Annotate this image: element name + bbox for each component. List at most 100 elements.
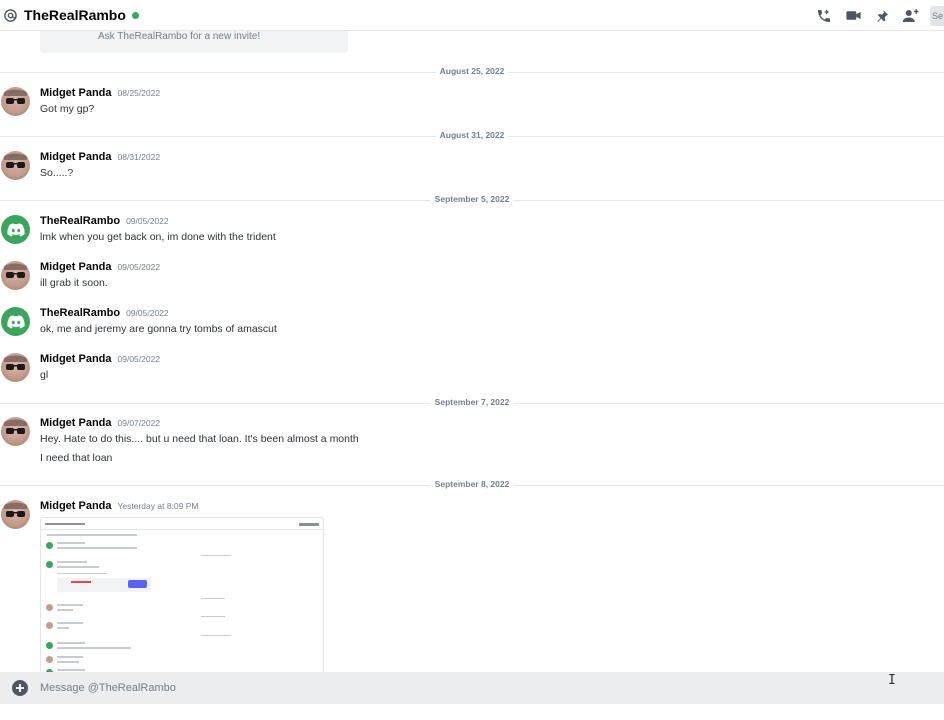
avatar[interactable] [1,307,30,336]
date-divider-label: August 31, 2022 [435,130,509,140]
attachment-detail [299,523,319,526]
date-divider: September 7, 2022 [0,397,944,407]
video-icon[interactable] [843,6,863,26]
pin-icon[interactable] [872,6,892,26]
message-author[interactable]: Midget Panda [40,87,112,99]
message-timestamp: 09/07/2022 [117,418,161,428]
message-timestamp: 09/05/2022 [117,262,161,272]
message-timestamp: 09/05/2022 [126,308,169,318]
message-timestamp: 09/05/2022 [117,354,161,364]
avatar[interactable] [1,353,30,382]
avatar[interactable] [1,261,30,290]
message-header: Midget Panda 09/05/2022 [40,353,160,365]
message-header: Midget Panda 09/07/2022 [40,417,160,429]
attachment-detail [41,529,323,530]
message-text: Hey. Hate to do this.... but u need that… [40,433,359,445]
message-author[interactable]: Midget Panda [40,261,112,273]
message-author[interactable]: TheRealRambo [40,215,120,227]
message-header: Midget Panda 08/31/2022 [40,151,160,163]
attachment-detail [201,555,231,556]
call-icon[interactable] [814,6,834,26]
message-text: ok, me and jeremy are gonna try tombs of… [40,323,277,335]
attachment-detail [57,669,85,671]
message-timestamp: 09/05/2022 [126,216,169,226]
message-author[interactable]: Midget Panda [40,417,112,429]
avatar[interactable] [1,87,30,116]
message-input[interactable] [40,682,740,694]
discord-logo-icon [6,314,25,328]
date-divider-label: August 25, 2022 [435,66,509,76]
text-cursor-icon: I [888,673,896,688]
message-text: lmk when you get back on, im done with t… [40,231,276,243]
attachment-detail [57,656,83,658]
attachment-detail [46,542,53,549]
header-toolbar: Se [814,0,944,31]
add-friend-icon[interactable] [901,6,921,26]
attachment-detail [57,573,107,574]
attachment-detail [201,616,225,617]
attachment-detail [57,642,85,644]
attachment-detail [45,523,85,525]
invite-card: Ask TheRealRambo for a new invite! [40,31,348,53]
message-header: Midget Panda Yesterday at 8:09 PM [40,500,198,512]
bottom-strip [0,704,944,720]
attachment-detail [46,561,53,568]
message-text: So.....? [40,167,74,179]
date-divider: August 25, 2022 [0,66,944,76]
online-status-dot [131,11,139,19]
attachment-detail [57,661,79,663]
message-timestamp: 08/25/2022 [117,88,161,98]
search-input[interactable]: Se [930,5,944,26]
message-header: Midget Panda 08/25/2022 [40,87,160,99]
attachment-detail [46,622,53,629]
invite-text: Ask TheRealRambo for a new invite! [98,31,261,42]
date-divider: September 5, 2022 [0,194,944,204]
discord-logo-icon [6,222,25,236]
message-author[interactable]: Midget Panda [40,500,112,512]
message-list[interactable]: Ask TheRealRambo for a new invite! Augus… [0,31,944,672]
message-author[interactable]: Midget Panda [40,353,112,365]
channel-title: TheRealRambo [24,7,126,23]
attachment-detail [57,547,137,549]
message-composer [0,672,944,704]
date-divider-label: September 7, 2022 [430,397,514,407]
avatar[interactable] [1,417,30,446]
message-header: TheRealRambo 09/05/2022 [40,215,169,227]
image-attachment[interactable] [40,517,324,672]
channel-header: TheRealRambo Se [0,0,944,31]
message-text: Got my gp? [40,103,95,115]
attachment-detail [46,656,53,663]
attachment-detail [57,609,73,611]
attachment-detail [57,622,83,624]
message-author[interactable]: Midget Panda [40,151,112,163]
date-divider-label: September 5, 2022 [430,194,514,204]
message-text: gl [40,369,49,381]
attachment-detail [46,642,53,649]
message-text: I need that loan [40,452,113,464]
attachment-detail [201,598,225,599]
avatar[interactable] [1,500,30,529]
attachment-detail [71,581,91,583]
attachment-detail [46,604,53,611]
message-header: TheRealRambo 09/05/2022 [40,307,169,319]
attachment-detail [57,542,85,544]
message-header: Midget Panda 09/05/2022 [40,261,160,273]
plus-icon[interactable] [12,680,28,696]
avatar[interactable] [1,215,30,244]
message-timestamp: 08/31/2022 [117,152,161,162]
attachment-detail [57,627,69,629]
attachment-detail [57,604,83,606]
attachment-detail [57,647,131,649]
attachment-detail [57,566,99,568]
date-divider: September 8, 2022 [0,479,944,489]
message-text: ill grab it soon. [40,277,108,289]
avatar[interactable] [1,151,30,180]
message-author[interactable]: TheRealRambo [40,307,120,319]
message-timestamp: Yesterday at 8:09 PM [117,501,199,511]
date-divider-label: September 8, 2022 [430,479,514,489]
attachment-detail [57,561,87,563]
attachment-detail [128,580,147,588]
attachment-detail [201,635,231,636]
date-divider: August 31, 2022 [0,130,944,140]
at-icon [3,7,19,23]
